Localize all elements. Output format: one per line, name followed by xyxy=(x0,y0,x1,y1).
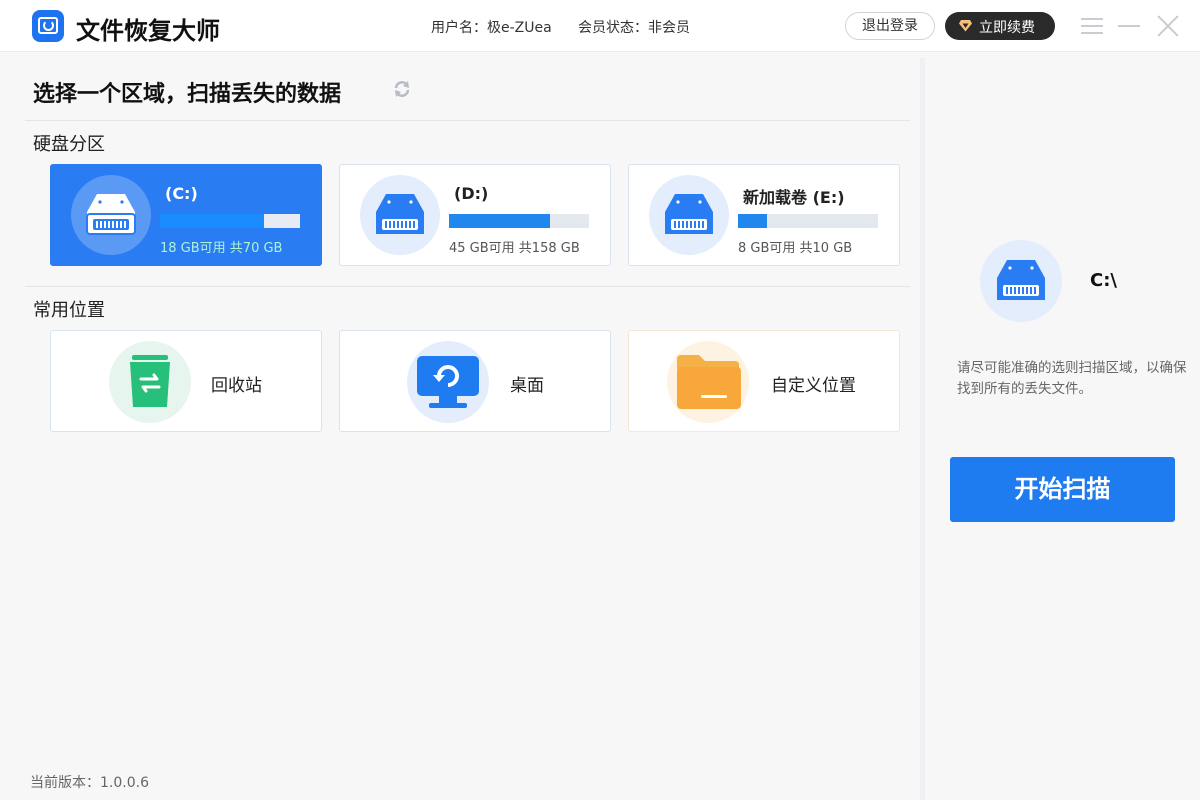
main-panel: 选择一个区域，扫描丢失的数据 硬盘分区 (C:) 18 GB可用 共70 GB xyxy=(0,58,920,800)
location-label: 自定义位置 xyxy=(771,376,856,396)
scan-hint: 请尽可能准确的选则扫描区域，以确保找到所有的丢失文件。 xyxy=(957,360,1187,397)
version-label: 当前版本：1.0.0.6 xyxy=(30,775,149,791)
drive-name: (C:) xyxy=(165,184,198,203)
hard-drive-icon xyxy=(665,194,713,234)
diamond-icon xyxy=(959,20,972,32)
location-desktop[interactable]: 桌面 xyxy=(339,330,611,432)
member-status-label: 会员状态：非会员 xyxy=(578,20,690,36)
app-logo-icon xyxy=(32,10,64,42)
location-label: 桌面 xyxy=(510,376,544,396)
partitions-heading: 硬盘分区 xyxy=(33,134,105,155)
drive-space: 45 GB可用 共158 GB xyxy=(449,241,580,256)
recycle-bin-icon xyxy=(109,341,191,423)
divider xyxy=(25,120,910,121)
drive-name: (D:) xyxy=(454,184,489,203)
location-recycle-bin[interactable]: 回收站 xyxy=(50,330,322,432)
folder-icon xyxy=(667,341,749,423)
drive-name: 新加载卷 (E:) xyxy=(743,188,845,207)
refresh-icon[interactable] xyxy=(393,80,411,98)
selected-path: C:\ xyxy=(1090,270,1117,291)
drive-space: 8 GB可用 共10 GB xyxy=(738,241,853,256)
page-title: 选择一个区域，扫描丢失的数据 xyxy=(33,82,342,107)
location-custom[interactable]: 自定义位置 xyxy=(628,330,900,432)
close-icon[interactable] xyxy=(1157,15,1179,37)
disk-circle xyxy=(71,175,151,255)
disk-circle xyxy=(360,175,440,255)
username-label: 用户名：极e-ZUea xyxy=(431,20,552,36)
drive-card-e[interactable]: 新加载卷 (E:) 8 GB可用 共10 GB xyxy=(628,164,900,266)
start-scan-button[interactable]: 开始扫描 xyxy=(950,457,1175,522)
disk-circle xyxy=(649,175,729,255)
menu-icon[interactable] xyxy=(1081,16,1103,36)
minimize-icon[interactable] xyxy=(1118,16,1140,36)
renew-button[interactable]: 立即续费 xyxy=(945,12,1055,40)
location-label: 回收站 xyxy=(211,376,262,396)
usage-bar xyxy=(449,214,589,228)
hard-drive-icon xyxy=(86,194,136,235)
divider xyxy=(25,286,910,287)
renew-button-label: 立即续费 xyxy=(979,20,1035,36)
desktop-icon xyxy=(407,341,489,423)
hard-drive-icon xyxy=(376,194,424,234)
usage-bar-fill xyxy=(449,214,550,228)
drive-card-c[interactable]: (C:) 18 GB可用 共70 GB xyxy=(50,164,322,266)
drive-space: 18 GB可用 共70 GB xyxy=(160,241,283,256)
locations-heading: 常用位置 xyxy=(33,300,105,321)
usage-bar xyxy=(738,214,878,228)
usage-bar-fill xyxy=(738,214,768,228)
side-panel: C:\ 请尽可能准确的选则扫描区域，以确保找到所有的丢失文件。 开始扫描 xyxy=(925,58,1200,800)
usage-bar-fill xyxy=(160,214,264,228)
app-title: 文件恢复大师 xyxy=(76,17,220,45)
title-bar: 文件恢复大师 用户名：极e-ZUea 会员状态：非会员 退出登录 立即续费 xyxy=(0,0,1200,52)
usage-bar xyxy=(160,214,300,228)
selected-drive-icon xyxy=(980,240,1062,322)
drive-card-d[interactable]: (D:) 45 GB可用 共158 GB xyxy=(339,164,611,266)
logout-button[interactable]: 退出登录 xyxy=(845,12,935,40)
